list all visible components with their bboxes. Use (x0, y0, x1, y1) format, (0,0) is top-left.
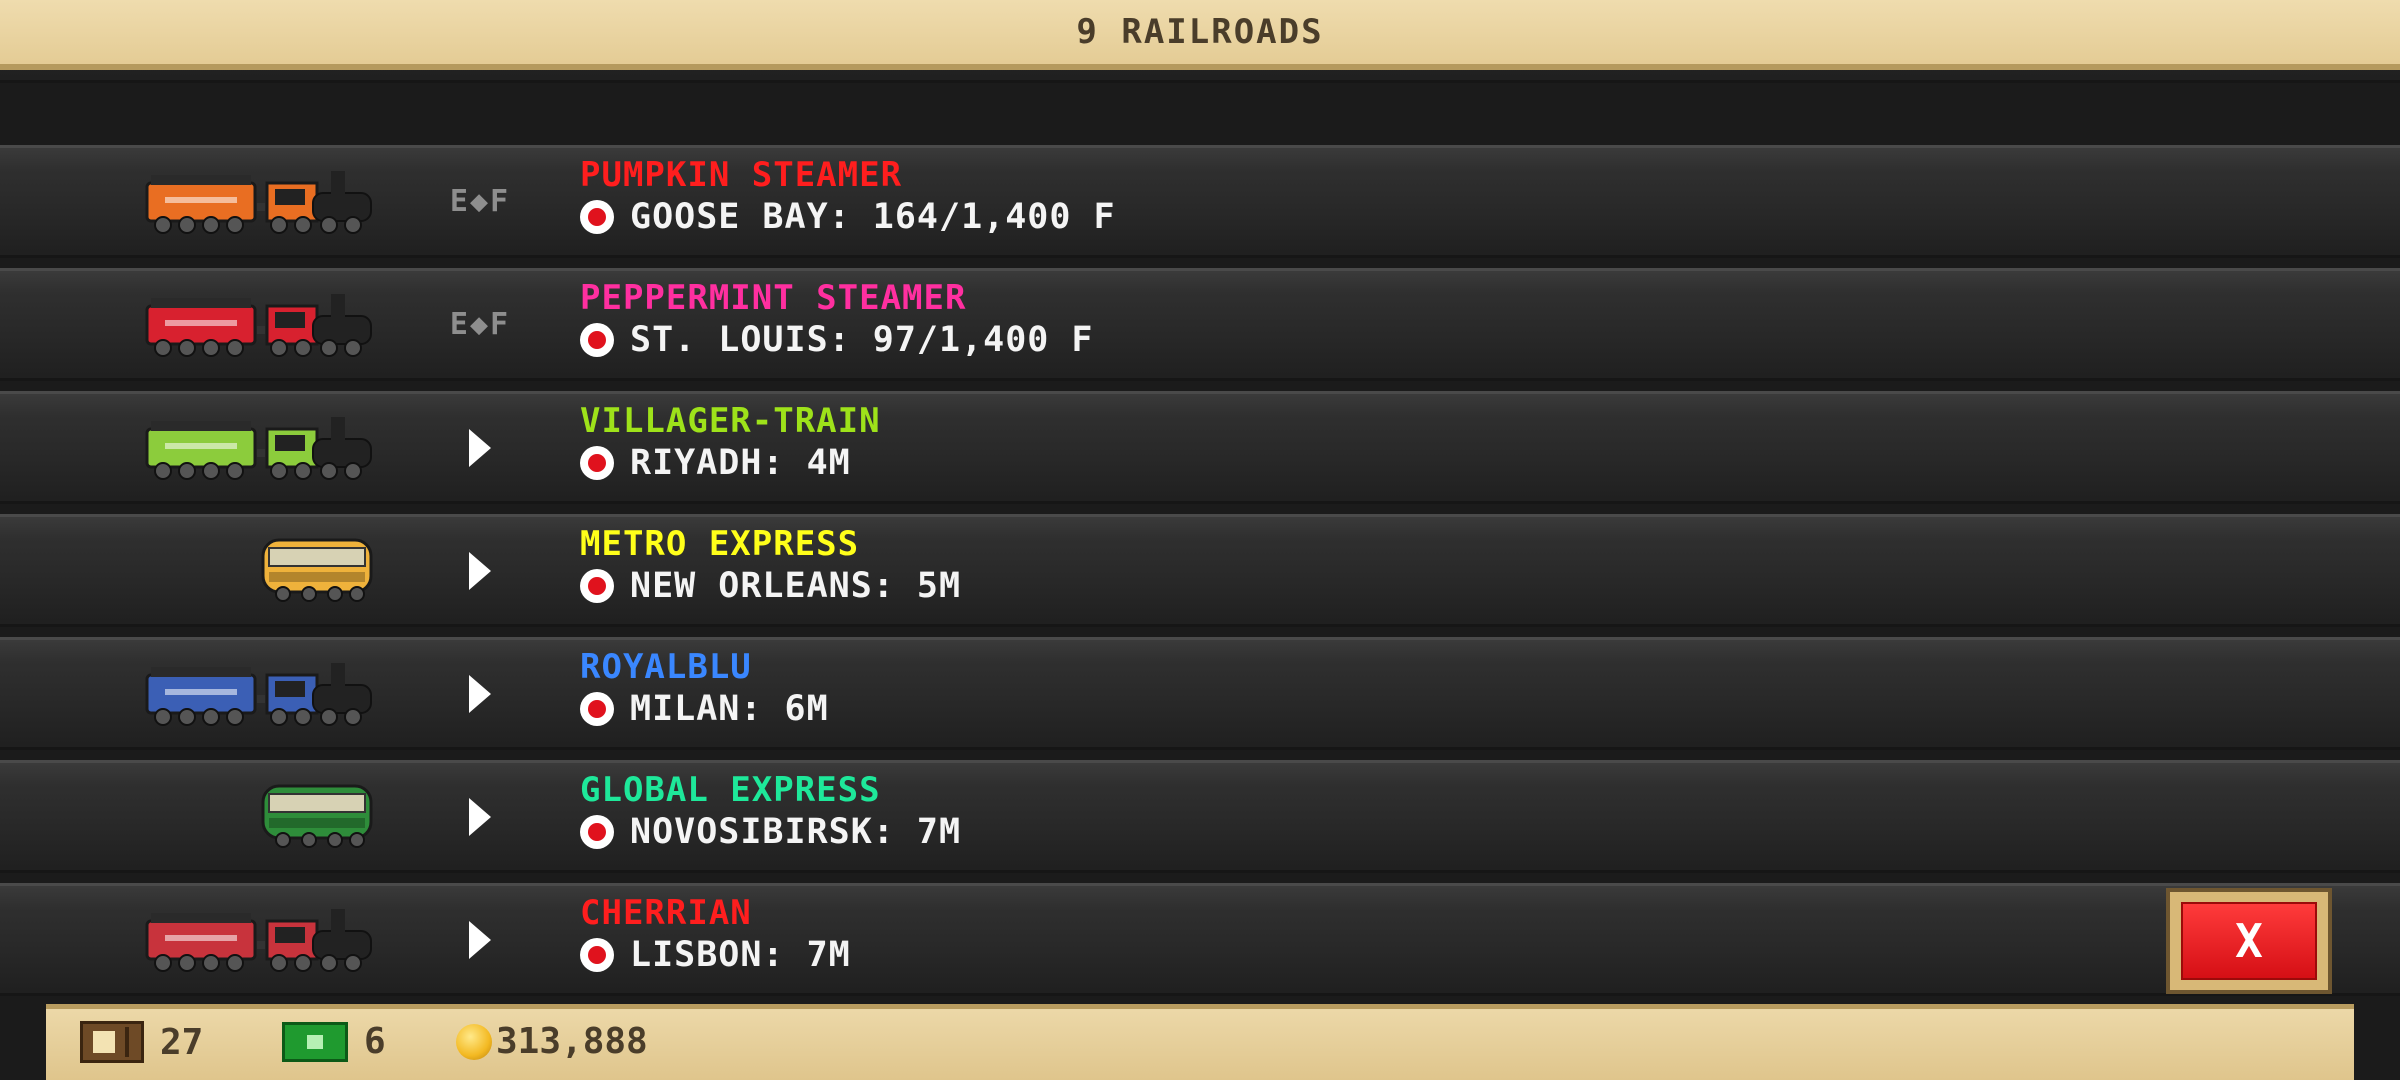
railroad-row[interactable]: GLOBAL EXPRESS NOVOSIBIRSK: 7M (0, 760, 2400, 873)
location-pin-icon (580, 569, 614, 603)
train-status[interactable]: E◆F (440, 268, 520, 381)
blue-steam-train-icon (145, 663, 372, 726)
location-pin-icon (580, 938, 614, 972)
route-text: NOVOSIBIRSK: 7M (630, 812, 962, 852)
close-icon[interactable]: X (2235, 914, 2263, 968)
crates-count: 27 (160, 1021, 204, 1063)
coin-icon (456, 1023, 492, 1060)
route-info: NOVOSIBIRSK: 7M (580, 812, 961, 852)
train-name: GLOBAL EXPRESS (580, 770, 881, 810)
play-icon[interactable] (469, 920, 491, 959)
route-text: LISBON: 7M (630, 935, 851, 975)
train-status[interactable] (440, 637, 520, 750)
route-text: ST. LOUIS: 97/1,400 F (630, 320, 1094, 360)
train-name: ROYALBLU (580, 647, 752, 687)
crate-icon (80, 1021, 144, 1063)
railroad-row[interactable]: VILLAGER-TRAIN RIYADH: 4M (0, 391, 2400, 504)
railroad-list[interactable]: ST. PETERSBURG: 102/500 FE◆FPUMPKIN STEA… (0, 0, 2400, 1000)
train-name: VILLAGER-TRAIN (580, 401, 881, 441)
header-bar: 9 RAILROADS (0, 0, 2400, 70)
resource-bar: 27 6 313,888 (46, 1004, 2354, 1080)
train-name: METRO EXPRESS (580, 524, 860, 564)
route-info: NEW ORLEANS: 5M (580, 566, 961, 606)
cash-count: 6 (364, 1021, 386, 1062)
location-pin-icon (580, 815, 614, 849)
global-railcar-icon (261, 784, 373, 848)
cash-icon (282, 1021, 348, 1062)
route-info: LISBON: 7M (580, 935, 851, 975)
railroad-row[interactable]: ROYALBLU MILAN: 6M (0, 637, 2400, 750)
route-info: GOOSE BAY: 164/1,400 F (580, 197, 1116, 237)
close-button[interactable]: X (2166, 888, 2332, 994)
close-button-face[interactable]: X (2181, 902, 2317, 980)
efficiency-icon[interactable]: E◆F (450, 307, 510, 342)
train-status[interactable]: E◆F (440, 145, 520, 258)
route-text: MILAN: 6M (630, 689, 829, 729)
train-status[interactable] (440, 883, 520, 996)
cash-stat: 6 (282, 1021, 386, 1062)
play-icon[interactable] (469, 797, 491, 836)
route-info: RIYADH: 4M (580, 443, 851, 483)
coins-count: 313,888 (496, 1021, 648, 1062)
play-icon[interactable] (469, 674, 491, 713)
train-status[interactable] (440, 760, 520, 873)
green-steam-train-icon (145, 417, 372, 480)
train-status[interactable] (440, 391, 520, 504)
metro-railcar-icon (261, 538, 373, 602)
train-name: PUMPKIN STEAMER (580, 155, 903, 195)
page-title: 9 RAILROADS (1076, 12, 1324, 52)
railroad-row[interactable]: METRO EXPRESS NEW ORLEANS: 5M (0, 514, 2400, 627)
route-info: MILAN: 6M (580, 689, 829, 729)
route-text: GOOSE BAY: 164/1,400 F (630, 197, 1116, 237)
play-icon[interactable] (469, 428, 491, 467)
pumpkin-steam-train-icon (145, 171, 372, 234)
train-name: CHERRIAN (580, 893, 752, 933)
location-pin-icon (580, 446, 614, 480)
coins-stat: 313,888 (456, 1021, 648, 1062)
route-text: RIYADH: 4M (630, 443, 851, 483)
location-pin-icon (580, 323, 614, 357)
route-info: ST. LOUIS: 97/1,400 F (580, 320, 1094, 360)
location-pin-icon (580, 200, 614, 234)
railroad-row[interactable]: E◆F PUMPKIN STEAMER GOOSE BAY: 164/1,400 F (0, 145, 2400, 258)
play-icon[interactable] (469, 551, 491, 590)
location-pin-icon (580, 692, 614, 726)
route-text: NEW ORLEANS: 5M (630, 566, 962, 606)
railroad-row[interactable]: E◆F PEPPERMINT STEAMER ST. LOUIS: 97/1,400… (0, 268, 2400, 381)
train-status[interactable] (440, 514, 520, 627)
crates-stat: 27 (80, 1021, 203, 1063)
efficiency-icon[interactable]: E◆F (450, 184, 510, 219)
railroad-row[interactable]: CHERRIAN LISBON: 7M (0, 883, 2400, 996)
red-steam-train-icon (145, 909, 372, 972)
train-name: PEPPERMINT STEAMER (580, 278, 967, 318)
peppermint-steam-train-icon (145, 294, 372, 357)
